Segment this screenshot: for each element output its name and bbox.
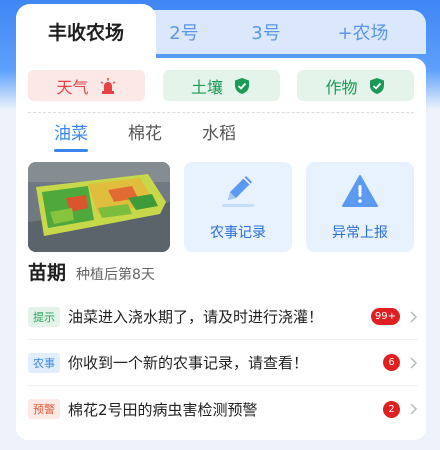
tab-label: 3号: [251, 23, 281, 44]
siren-icon: [100, 77, 115, 94]
message-row[interactable]: 提示 油菜进入浇水期了，请及时进行浇灌！ 99+: [28, 294, 418, 340]
field-map-image[interactable]: [28, 162, 170, 252]
tab-label: 水稻: [202, 124, 236, 144]
message-list: 提示 油菜进入浇水期了，请及时进行浇灌！ 99+ 农事 你收到一个新的农事记录，…: [28, 294, 418, 432]
divider: [28, 112, 414, 113]
stage-title: 苗期: [28, 262, 67, 284]
message-text: 你收到一个新的农事记录，请查看！: [68, 354, 309, 372]
tab-add-farm[interactable]: +农场: [300, 10, 426, 54]
tab-label: 丰收农场: [47, 21, 124, 44]
message-tag: 提示: [28, 306, 60, 327]
message-text: 油菜进入浇水期了，请及时进行浇灌！: [68, 308, 324, 326]
tab-farm-harvest[interactable]: 丰收农场: [16, 4, 156, 64]
tab-crop-rapeseed[interactable]: 油菜: [54, 120, 88, 152]
status-row: 天气 土壤 作物: [28, 70, 414, 102]
crop-status-pill[interactable]: 作物: [297, 70, 414, 101]
active-tab-indicator: [54, 149, 88, 152]
crop-label: 作物: [325, 77, 358, 97]
stage-subtitle: 种植后第8天: [76, 267, 155, 283]
warning-triangle-icon: [342, 175, 378, 207]
weather-label: 天气: [56, 77, 89, 97]
chevron-right-icon: [410, 356, 418, 369]
shield-check-icon: [369, 77, 384, 94]
farm-record-label: 农事记录: [210, 225, 266, 241]
growth-stage: 苗期 种植后第8天: [28, 258, 155, 286]
crop-tabs: 油菜 棉花 水稻: [54, 120, 236, 152]
farm-overview-card: 天气 土壤 作物 油菜 棉花 水稻 农事记录 异常上报 苗期 种植后第8天 提示…: [16, 58, 426, 440]
soil-label: 土壤: [190, 77, 223, 97]
tab-crop-rice[interactable]: 水稻: [202, 120, 236, 152]
chevron-right-icon: [410, 403, 418, 415]
farm-tab-bar: 2号 3号 +农场 丰收农场: [0, 0, 440, 64]
unread-badge: 2: [383, 400, 400, 418]
farm-record-button[interactable]: 农事记录: [184, 162, 292, 252]
tab-label: 2号: [169, 23, 199, 44]
message-row[interactable]: 预警 棉花2号田的病虫害检测预警 2: [28, 386, 418, 432]
tab-label: +农场: [337, 23, 389, 44]
weather-status-pill[interactable]: 天气: [28, 70, 145, 101]
pencil-icon: [222, 176, 254, 207]
unread-badge: 6: [383, 354, 400, 371]
tab-label: 油菜: [54, 124, 88, 144]
message-text: 棉花2号田的病虫害检测预警: [68, 400, 258, 419]
tab-crop-cotton[interactable]: 棉花: [128, 120, 162, 152]
tab-label: 棉花: [128, 124, 162, 144]
chevron-right-icon: [410, 310, 418, 323]
unread-badge: 99+: [370, 308, 400, 325]
abnormal-report-label: 异常上报: [332, 225, 388, 241]
soil-status-pill[interactable]: 土壤: [162, 70, 280, 101]
shield-check-icon: [235, 77, 249, 94]
message-tag: 农事: [28, 352, 60, 373]
abnormal-report-button[interactable]: 异常上报: [306, 162, 414, 252]
message-row[interactable]: 农事 你收到一个新的农事记录，请查看！ 6: [28, 340, 418, 386]
message-tag: 预警: [28, 399, 60, 419]
